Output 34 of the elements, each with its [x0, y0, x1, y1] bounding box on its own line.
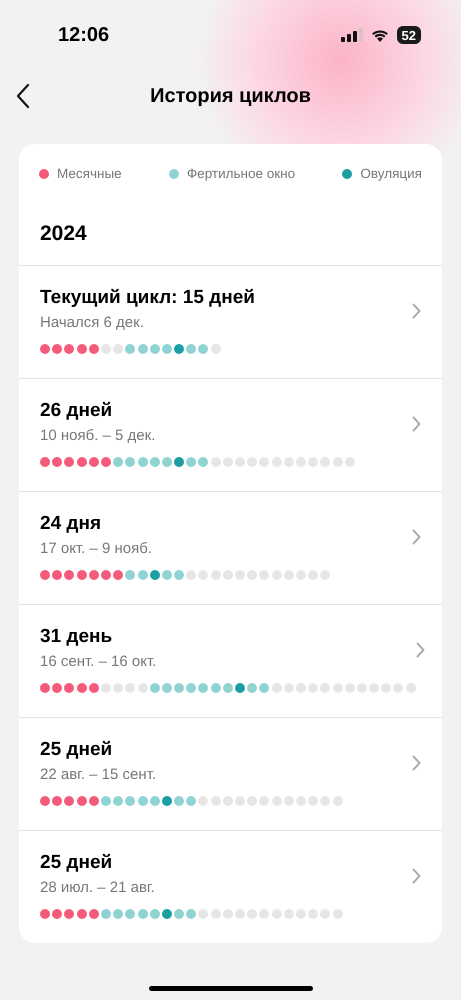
- chevron-right-icon: [412, 868, 421, 884]
- cycle-title: 31 день: [40, 624, 114, 649]
- cycle-title: 25 дней: [40, 738, 114, 762]
- legend-label: Месячные: [57, 165, 122, 183]
- chevron-right-icon: [412, 416, 421, 432]
- chevron-right-icon: [412, 754, 421, 771]
- cycle-dates: 17 окт. – 9 нояб.: [40, 538, 153, 559]
- cycle-row[interactable]: 26 дней 10 нояб. – 5 дек.: [19, 378, 442, 491]
- battery-indicator: 52: [396, 26, 421, 44]
- cycle-title: 26 дней: [40, 398, 114, 423]
- page-title: История циклов: [150, 84, 311, 109]
- cycle-title: Текущий цикл: 15 дней: [40, 286, 255, 310]
- back-icon: [16, 83, 30, 109]
- cycle-dates: 28 июл. – 21 авг.: [40, 878, 156, 898]
- cycle-dates: 16 сент. – 16 окт.: [40, 652, 158, 672]
- cycle-row[interactable]: 24 дня 17 окт. – 9 нояб.: [19, 490, 442, 604]
- chevron-right-icon: [412, 528, 421, 545]
- status-time: 12:06: [58, 23, 110, 48]
- cycle-dates: 22 авг. – 15 сент.: [40, 764, 158, 785]
- cycle-row[interactable]: 31 день 16 сент. – 16 окт.: [19, 604, 442, 717]
- legend-label: Фертильное окно: [186, 165, 296, 183]
- cycle-dates: 10 нояб. – 5 дек.: [40, 426, 156, 446]
- wifi-icon: [370, 28, 389, 42]
- cycle-row[interactable]: Текущий цикл: 15 дней Начался 6 дек.: [19, 264, 442, 378]
- cycle-title: 25 дней: [40, 850, 114, 875]
- cycle-title: 24 дня: [40, 512, 102, 536]
- cycle-dates: Начался 6 дек.: [40, 312, 145, 333]
- signal-icon: [340, 28, 363, 42]
- year-heading: 2024: [39, 221, 88, 248]
- chevron-right-icon: [416, 642, 425, 658]
- chevron-right-icon: [412, 302, 421, 319]
- cycle-row[interactable]: 25 дней 28 июл. – 21 авг.: [19, 830, 442, 943]
- legend-label: Овуляция: [360, 165, 422, 183]
- cycle-row[interactable]: 25 дней 22 авг. – 15 сент.: [19, 716, 442, 830]
